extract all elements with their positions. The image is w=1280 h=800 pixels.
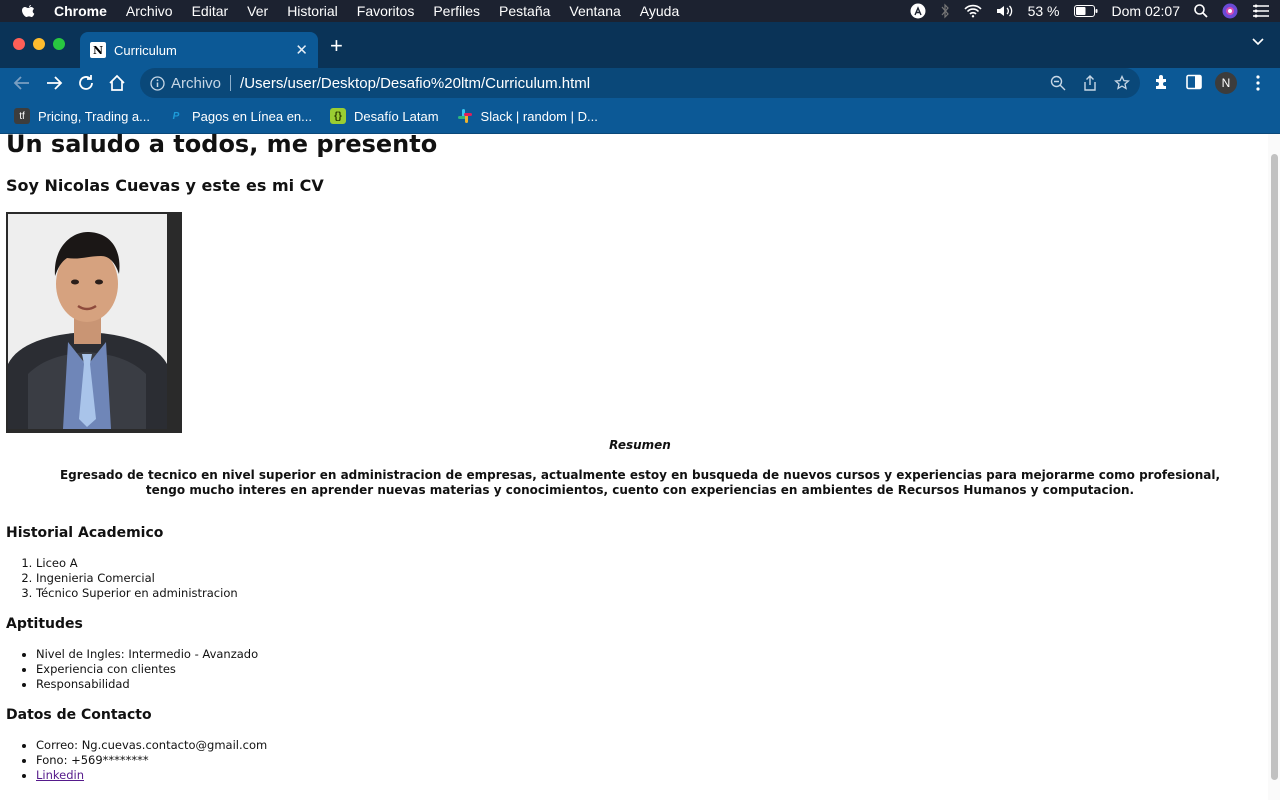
page-title: Un saludo a todos, me presento (6, 134, 438, 158)
portrait-illustration (8, 214, 167, 429)
slack-icon (457, 109, 472, 123)
contact-heading: Datos de Contacto (6, 707, 152, 723)
scrollbar-thumb[interactable] (1271, 154, 1278, 780)
vertical-scrollbar[interactable] (1268, 134, 1280, 800)
minimize-window-button[interactable] (33, 38, 45, 50)
volume-icon[interactable] (996, 4, 1014, 18)
profile-photo (6, 212, 182, 433)
macos-menu-bar: Chrome Archivo Editar Ver Historial Favo… (0, 0, 1280, 22)
share-icon[interactable] (1082, 75, 1098, 91)
bookmark-item[interactable]: {} Desafío Latam (329, 108, 439, 124)
list-item: Nivel de Ingles: Intermedio - Avanzado (36, 647, 258, 662)
address-separator (230, 75, 232, 91)
list-item: Fono: +569******** (36, 753, 267, 768)
list-item: Ingenieria Comercial (36, 571, 238, 586)
bookmark-star-icon[interactable] (1114, 75, 1130, 91)
menu-archivo[interactable]: Archivo (126, 3, 173, 19)
list-item: Responsabilidad (36, 677, 258, 692)
profile-photo-image (8, 214, 167, 429)
address-bar-actions (1050, 75, 1130, 91)
tab-favicon-icon: N (90, 42, 106, 58)
tab-title: Curriculum (114, 42, 177, 58)
back-arrow-icon[interactable] (13, 74, 31, 92)
bookmark-label: Pagos en Línea en... (192, 108, 312, 124)
address-bar[interactable]: Archivo /Users/user/Desktop/Desafio%20lt… (140, 68, 1140, 98)
bookmark-label: Slack | random | D... (480, 108, 598, 124)
tab-close-icon[interactable]: ✕ (295, 41, 308, 59)
list-item: Linkedin (36, 768, 267, 783)
page-viewport[interactable]: Un saludo a todos, me presento Soy Nicol… (0, 134, 1268, 800)
desafio-icon: {} (329, 108, 346, 124)
spotlight-search-icon[interactable] (1194, 4, 1208, 18)
academic-history-heading: Historial Academico (6, 525, 164, 541)
battery-icon[interactable] (1073, 5, 1098, 17)
siri-icon[interactable] (1222, 3, 1238, 19)
menu-ver[interactable]: Ver (247, 3, 268, 19)
close-window-button[interactable] (13, 38, 25, 50)
browser-toolbar: Archivo /Users/user/Desktop/Desafio%20lt… (0, 68, 1280, 99)
fullscreen-window-button[interactable] (53, 38, 65, 50)
tf-icon: tf (14, 108, 30, 124)
skills-heading: Aptitudes (6, 616, 83, 632)
bookmark-item[interactable]: tf Pricing, Trading a... (14, 108, 150, 124)
menu-app-name[interactable]: Chrome (54, 3, 107, 19)
battery-percent: 53 % (1027, 3, 1060, 19)
side-panel-icon[interactable] (1186, 74, 1202, 90)
menu-perfiles[interactable]: Perfiles (433, 3, 480, 19)
tab-search-chevron-icon[interactable] (1252, 38, 1264, 46)
linkedin-link[interactable]: Linkedin (36, 768, 84, 782)
paypal-icon: P (172, 110, 180, 122)
new-tab-button[interactable]: + (330, 35, 343, 57)
bookmark-item[interactable]: Slack | random | D... (457, 108, 598, 124)
site-info-icon[interactable] (150, 75, 165, 91)
address-url[interactable]: /Users/user/Desktop/Desafio%20ltm/Curric… (240, 75, 590, 92)
menu-historial[interactable]: Historial (287, 3, 338, 19)
summary-text: Egresado de tecnico en nivel superior en… (59, 468, 1221, 497)
bookmarks-bar: tf Pricing, Trading a... P Pagos en Líne… (0, 99, 1280, 134)
address-scheme-label: Archivo (171, 74, 222, 92)
list-item: Técnico Superior en administracion (36, 586, 238, 601)
browser-tab-strip: N Curriculum ✕ + (0, 22, 1280, 68)
bookmark-label: Pricing, Trading a... (38, 108, 150, 124)
active-tab[interactable]: N Curriculum ✕ (80, 32, 318, 68)
menu-editar[interactable]: Editar (192, 3, 229, 19)
menu-ayuda[interactable]: Ayuda (640, 3, 679, 19)
menu-ventana[interactable]: Ventana (569, 3, 620, 19)
apple-icon[interactable] (20, 3, 36, 19)
skills-list: Nivel de Ingles: Intermedio - Avanzado E… (36, 647, 258, 693)
page-subtitle: Soy Nicolas Cuevas y este es mi CV (6, 176, 324, 195)
home-icon[interactable] (108, 74, 126, 92)
app-store-icon[interactable] (910, 3, 926, 19)
bookmark-label: Desafío Latam (353, 108, 439, 124)
summary-title: Resumen (609, 438, 671, 452)
menubar-clock[interactable]: Dom 02:07 (1112, 3, 1180, 19)
reload-icon[interactable] (77, 74, 95, 92)
menu-pestana[interactable]: Pestaña (499, 3, 550, 19)
menubar-status-area: 53 % Dom 02:07 (910, 0, 1270, 22)
forward-arrow-icon[interactable] (45, 74, 63, 92)
bluetooth-icon[interactable] (940, 3, 950, 19)
academic-history-list: Liceo A Ingenieria Comercial Técnico Sup… (36, 556, 238, 602)
list-item: Correo: Ng.cuevas.contacto@gmail.com (36, 738, 267, 753)
list-item: Experiencia con clientes (36, 662, 258, 677)
zoom-icon[interactable] (1050, 75, 1066, 91)
menu-favoritos[interactable]: Favoritos (357, 3, 415, 19)
bookmark-item[interactable]: P Pagos en Línea en... (168, 108, 312, 124)
list-item: Liceo A (36, 556, 238, 571)
contact-list: Correo: Ng.cuevas.contacto@gmail.com Fon… (36, 738, 267, 784)
wifi-icon[interactable] (964, 4, 982, 18)
control-center-icon[interactable] (1252, 4, 1270, 18)
extensions-puzzle-icon[interactable] (1153, 74, 1170, 91)
chrome-menu-icon[interactable] (1255, 74, 1261, 92)
profile-avatar[interactable]: N (1215, 72, 1237, 94)
